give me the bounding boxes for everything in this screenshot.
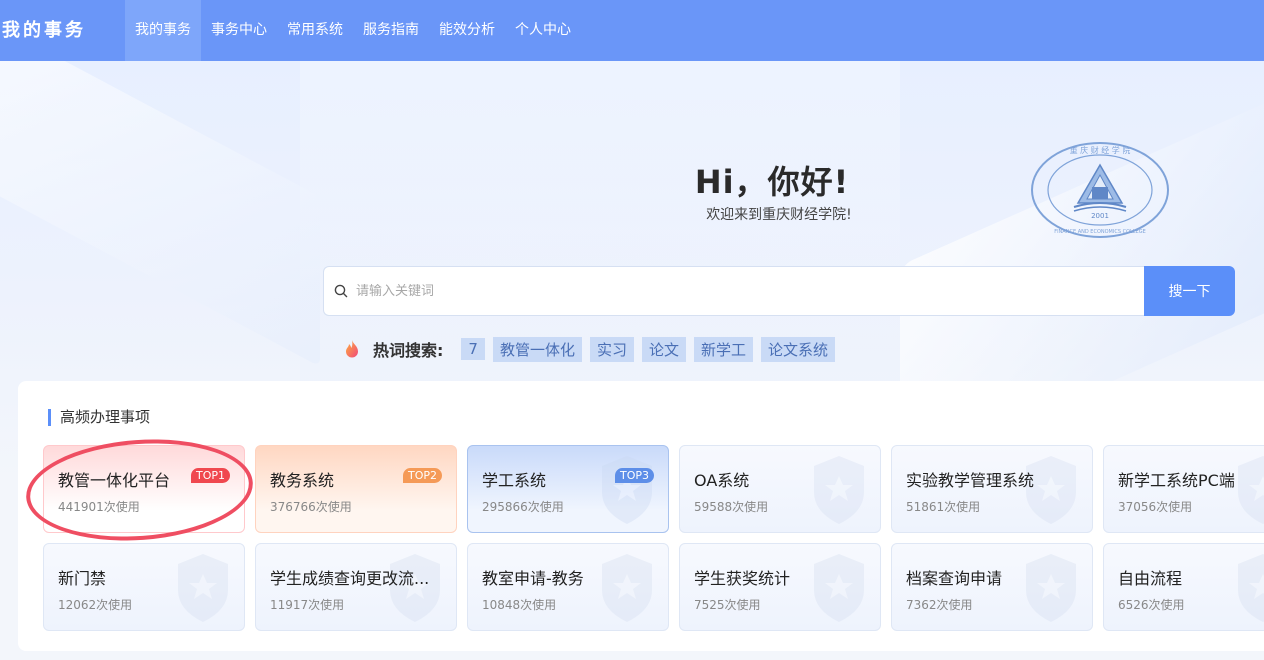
svg-text:FINANCE AND ECONOMICS COLLEGE: FINANCE AND ECONOMICS COLLEGE xyxy=(1054,229,1146,235)
card-name: 教务系统 xyxy=(270,471,335,490)
nav-item-service-guide[interactable]: 服务指南 xyxy=(353,0,429,61)
search-input[interactable] xyxy=(356,283,1116,299)
star-shield-icon xyxy=(1026,554,1076,622)
hot-tag[interactable]: 新学工 xyxy=(694,336,754,362)
hot-tag[interactable]: 实习 xyxy=(589,336,634,362)
star-shield-icon xyxy=(602,456,652,524)
card-usage: 7362次使用 xyxy=(906,598,973,612)
hot-tag[interactable]: 教管一体化 xyxy=(492,336,582,362)
card-usage: 7525次使用 xyxy=(694,598,761,612)
service-card[interactable]: 档案查询申请 7362次使用 xyxy=(891,543,1093,631)
service-card[interactable]: 教务系统 376766次使用 TOP2 xyxy=(255,445,457,533)
card-usage: 12062次使用 xyxy=(58,598,133,612)
rank-badge: TOP1 xyxy=(190,468,230,483)
rank-badge: TOP2 xyxy=(402,468,442,483)
service-card[interactable]: 自由流程 6526次使用 xyxy=(1103,543,1264,631)
hot-search-bar: 热词搜索: 7 教管一体化 实习 论文 新学工 论文系统 xyxy=(343,336,843,362)
top-navigation-bar: 我的事务 我的事务 事务中心 常用系统 服务指南 能效分析 个人中心 xyxy=(0,0,1264,61)
card-name: 新门禁 xyxy=(58,569,107,588)
card-usage: 11917次使用 xyxy=(270,598,345,612)
nav-item-common-systems[interactable]: 常用系统 xyxy=(277,0,353,61)
frequent-items-panel: 高频办理事项 教管一体化平台 441901次使用 TOP1 教务系统 37676… xyxy=(18,381,1264,651)
card-usage: 295866次使用 xyxy=(482,500,564,514)
college-seal-logo: 2001 重 庆 财 经 学 院 FINANCE AND ECONOMICS C… xyxy=(1031,142,1169,238)
star-shield-icon xyxy=(814,456,864,524)
service-card[interactable]: 教室申请-教务 10848次使用 xyxy=(467,543,669,631)
search-button[interactable]: 搜一下 xyxy=(1144,266,1235,316)
service-card[interactable]: 学工系统 295866次使用 TOP3 xyxy=(467,445,669,533)
brand-title: 我的事务 xyxy=(2,20,86,41)
card-name: 自由流程 xyxy=(1118,569,1183,588)
main-nav: 我的事务 事务中心 常用系统 服务指南 能效分析 个人中心 xyxy=(125,0,581,61)
service-card[interactable]: 学生获奖统计 7525次使用 xyxy=(679,543,881,631)
hot-tag[interactable]: 7 xyxy=(461,338,485,360)
card-usage: 441901次使用 xyxy=(58,500,140,514)
search-field-container xyxy=(323,266,1144,316)
hot-tag[interactable]: 论文系统 xyxy=(761,336,836,362)
svg-text:2001: 2001 xyxy=(1091,212,1109,220)
hot-search-label: 热词搜索: xyxy=(373,341,444,360)
star-shield-icon xyxy=(178,554,228,622)
card-usage: 59588次使用 xyxy=(694,500,769,514)
card-name: 学生获奖统计 xyxy=(694,569,791,588)
svg-text:重 庆 财 经 学 院: 重 庆 财 经 学 院 xyxy=(1070,145,1131,155)
nav-item-personal-center[interactable]: 个人中心 xyxy=(505,0,581,61)
star-shield-icon xyxy=(1238,456,1264,524)
service-card[interactable]: 学生成绩查询更改流... 11917次使用 xyxy=(255,543,457,631)
card-usage: 6526次使用 xyxy=(1118,598,1185,612)
service-card[interactable]: OA系统 59588次使用 xyxy=(679,445,881,533)
service-card[interactable]: 新学工系统PC端 37056次使用 xyxy=(1103,445,1264,533)
card-name: 教管一体化平台 xyxy=(58,471,171,490)
card-usage: 10848次使用 xyxy=(482,598,557,612)
service-card[interactable]: 新门禁 12062次使用 xyxy=(43,543,245,631)
nav-item-efficiency-analysis[interactable]: 能效分析 xyxy=(429,0,505,61)
card-name: 学生成绩查询更改流... xyxy=(270,569,430,588)
card-name: 档案查询申请 xyxy=(906,569,1003,588)
card-name: OA系统 xyxy=(694,471,750,490)
panel-title: 高频办理事项 xyxy=(48,409,150,426)
frequent-items-grid: 教管一体化平台 441901次使用 TOP1 教务系统 376766次使用 TO… xyxy=(43,445,1264,631)
card-usage: 376766次使用 xyxy=(270,500,352,514)
rank-badge: TOP3 xyxy=(614,468,654,483)
card-usage: 51861次使用 xyxy=(906,500,981,514)
search-icon xyxy=(334,284,348,298)
hot-tag[interactable]: 论文 xyxy=(641,336,686,362)
star-shield-icon xyxy=(814,554,864,622)
card-name: 学工系统 xyxy=(482,471,547,490)
card-name: 新学工系统PC端 xyxy=(1118,471,1235,490)
card-name: 教室申请-教务 xyxy=(482,569,584,588)
star-shield-icon xyxy=(602,554,652,622)
service-card[interactable]: 教管一体化平台 441901次使用 TOP1 xyxy=(43,445,245,533)
service-card[interactable]: 实验教学管理系统 51861次使用 xyxy=(891,445,1093,533)
flame-icon xyxy=(346,340,358,358)
star-shield-icon xyxy=(1238,554,1264,622)
card-usage: 37056次使用 xyxy=(1118,500,1193,514)
search-bar: 搜一下 xyxy=(323,266,1235,316)
nav-item-affairs-center[interactable]: 事务中心 xyxy=(201,0,277,61)
nav-item-my-affairs[interactable]: 我的事务 xyxy=(125,0,201,61)
card-name: 实验教学管理系统 xyxy=(906,471,1035,490)
